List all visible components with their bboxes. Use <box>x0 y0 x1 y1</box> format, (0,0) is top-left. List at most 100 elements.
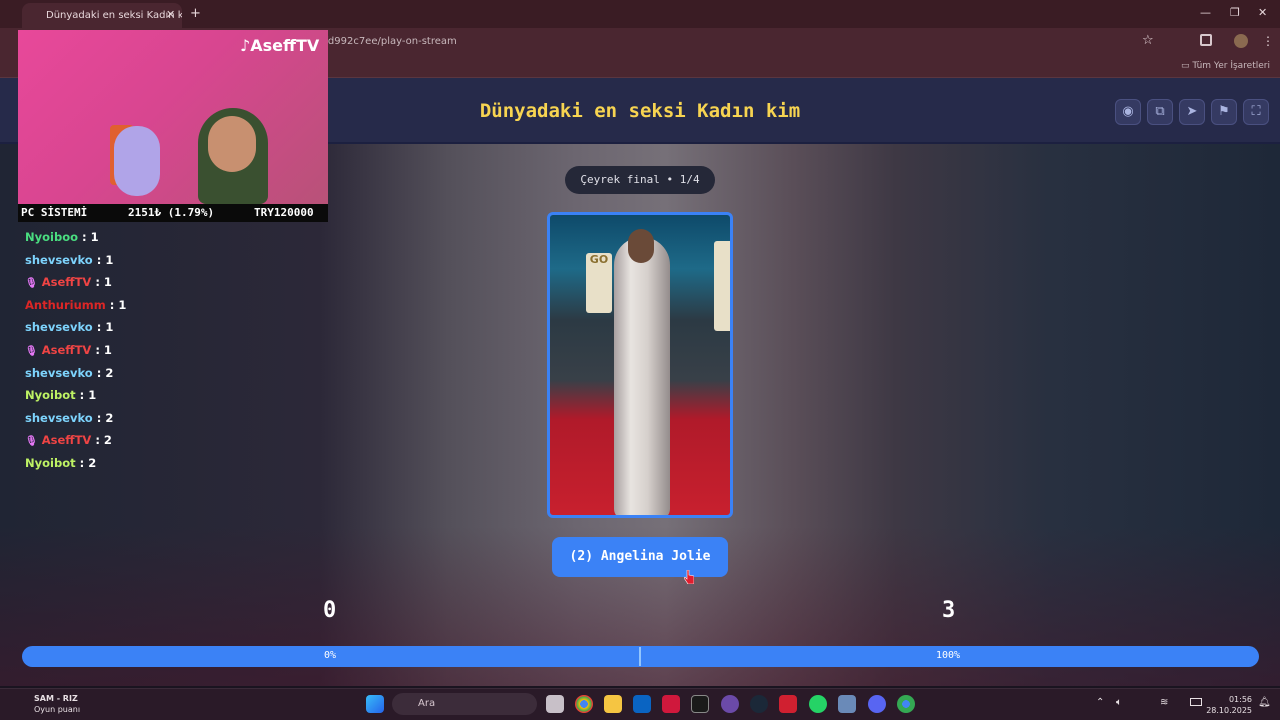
chat-separator: : <box>92 252 106 267</box>
chrome-profile-icon[interactable] <box>897 695 915 713</box>
app-ring-icon[interactable] <box>721 695 739 713</box>
all-bookmarks-link[interactable]: ▭ Tüm Yer İşaretleri <box>1181 61 1270 71</box>
weather-sub: Oyun puanı <box>34 705 81 714</box>
round-badge: Çeyrek final • 1/4 <box>565 166 715 194</box>
donation-goal-bar: PC SİSTEMİ 2151₺ (1.79%) TRY120000 <box>18 204 328 222</box>
chat-separator: : <box>92 365 106 380</box>
chat-username[interactable]: AseffTV <box>42 275 92 289</box>
chat-message: 🎙︎ AseffTV : 1 <box>25 343 225 366</box>
new-tab-icon[interactable]: + <box>190 6 201 21</box>
chat-separator: : <box>105 297 119 312</box>
mic-icon: 🎙︎ <box>25 436 38 448</box>
chat-username[interactable]: AseffTV <box>42 433 92 447</box>
taskbar-search[interactable]: Ara <box>392 693 537 715</box>
chat-message: shevsevko : 2 <box>25 411 225 434</box>
chat-vote-count: 1 <box>90 230 99 244</box>
app-steam-icon[interactable] <box>750 695 768 713</box>
discord-icon[interactable] <box>868 695 886 713</box>
photo-sign-left: GO <box>586 253 612 313</box>
photo-figure <box>614 237 670 515</box>
minimize-icon[interactable]: — <box>1200 6 1211 19</box>
browser-tab[interactable]: Dünyadaki en seksi Kadın kim - <box>22 3 182 28</box>
profile-icon[interactable] <box>1234 34 1248 48</box>
menu-dots-icon[interactable]: ⋮ <box>1262 34 1274 48</box>
choice-button[interactable]: (2) Angelina Jolie <box>552 537 728 577</box>
vote-progress-bar <box>22 646 1259 667</box>
chat-username[interactable]: AseffTV <box>42 343 92 357</box>
extensions-icon[interactable] <box>1200 34 1212 46</box>
tab-title: Dünyadaki en seksi Kadın kim - <box>46 10 182 21</box>
chat-message: Nyoiboo : 1 <box>25 230 225 253</box>
notification-bell-icon[interactable]: 🔔︎ <box>1258 697 1271 708</box>
chat-message: shevsevko : 1 <box>25 320 225 343</box>
chat-vote-count: 2 <box>88 455 97 470</box>
stream-brand: ♪AseffTV <box>240 36 320 55</box>
chat-separator: : <box>91 275 104 290</box>
chat-separator: : <box>92 410 106 425</box>
app-h-icon[interactable] <box>662 695 680 713</box>
chat-vote-count: 1 <box>118 297 127 312</box>
score-right: 3 <box>942 598 956 623</box>
flag-icon[interactable]: ⚑ <box>1211 99 1237 125</box>
contestant-photo[interactable]: GO <box>547 212 733 518</box>
chat-separator: : <box>75 455 89 470</box>
chat-vote-count: 1 <box>103 275 112 290</box>
chat-vote-count: 1 <box>88 388 97 403</box>
chat-username[interactable]: shevsevko <box>25 320 93 334</box>
tab-close-icon[interactable]: ✕ <box>166 8 175 21</box>
chat-message: shevsevko : 1 <box>25 253 225 276</box>
app-cube-icon[interactable] <box>838 695 856 713</box>
chat-username[interactable]: Nyoibot <box>25 388 76 402</box>
send-icon[interactable]: ➤ <box>1179 99 1205 125</box>
chat-vote-count: 2 <box>105 410 114 425</box>
clock-time: 01:56 <box>1228 695 1252 704</box>
webcam-plush <box>114 126 160 196</box>
clock[interactable]: 01:56 28.10.2025 <box>1206 694 1252 716</box>
chat-separator: : <box>92 320 106 335</box>
taskbar-search-label: Ara <box>418 698 436 709</box>
chat-username[interactable]: Nyoiboo <box>25 230 78 244</box>
windows-start-icon[interactable] <box>366 695 384 713</box>
clock-date: 28.10.2025 <box>1206 706 1252 715</box>
url-field[interactable]: 9fd992c7ee/play-on-stream <box>318 36 457 47</box>
chat-message: 🎙︎ AseffTV : 2 <box>25 433 225 456</box>
chat-separator: : <box>78 230 91 244</box>
vote-progress-divider <box>639 647 641 666</box>
chat-vote-count: 2 <box>105 365 114 380</box>
score-left: 0 <box>323 598 337 623</box>
chat-username[interactable]: shevsevko <box>25 253 93 267</box>
weather-title: SAM - RIZ <box>34 694 78 703</box>
chat-vote-count: 1 <box>105 320 114 335</box>
eye-icon[interactable]: ◉ <box>1115 99 1141 125</box>
share-icon[interactable]: ⧉ <box>1147 99 1173 125</box>
chrome-icon[interactable] <box>575 695 593 713</box>
chat-separator: : <box>75 388 89 403</box>
restore-icon[interactable]: ❐ <box>1230 6 1240 19</box>
volume-icon[interactable]: 🔈︎ <box>1116 697 1122 708</box>
battery-icon[interactable] <box>1190 698 1202 706</box>
chat-message: Anthuriumm : 1 <box>25 298 225 321</box>
chat-username[interactable]: Nyoibot <box>25 456 76 470</box>
chat-username[interactable]: Anthuriumm <box>25 298 106 312</box>
hand-cursor-icon <box>684 570 694 584</box>
close-window-icon[interactable]: ✕ <box>1258 6 1267 19</box>
mail-icon[interactable] <box>633 695 651 713</box>
bookmark-star-icon[interactable]: ☆ <box>1142 33 1154 48</box>
fullscreen-icon[interactable]: ⛶ <box>1243 99 1269 125</box>
chat-username[interactable]: shevsevko <box>25 366 93 380</box>
whatsapp-icon[interactable] <box>809 695 827 713</box>
chat-list: Nyoiboo : 1 shevsevko : 1 🎙︎ AseffTV : 1 Ant… <box>25 230 225 479</box>
tray-chevron-icon[interactable]: ⌃ <box>1096 697 1104 708</box>
task-view-icon[interactable] <box>546 695 564 713</box>
chat-message: shevsevko : 2 <box>25 366 225 389</box>
wifi-icon[interactable]: ≋ <box>1160 697 1168 708</box>
app-x-icon[interactable] <box>691 695 709 713</box>
goal-title: PC SİSTEMİ <box>21 206 88 219</box>
file-explorer-icon[interactable] <box>604 695 622 713</box>
chat-username[interactable]: shevsevko <box>25 411 93 425</box>
chat-message: Nyoibot : 2 <box>25 456 225 479</box>
mic-icon: 🎙︎ <box>25 278 38 290</box>
weather-widget[interactable]: SAM - RIZ Oyun puanı <box>16 693 80 715</box>
app-news-icon[interactable] <box>779 695 797 713</box>
progress-right-label: 100% <box>936 650 961 661</box>
